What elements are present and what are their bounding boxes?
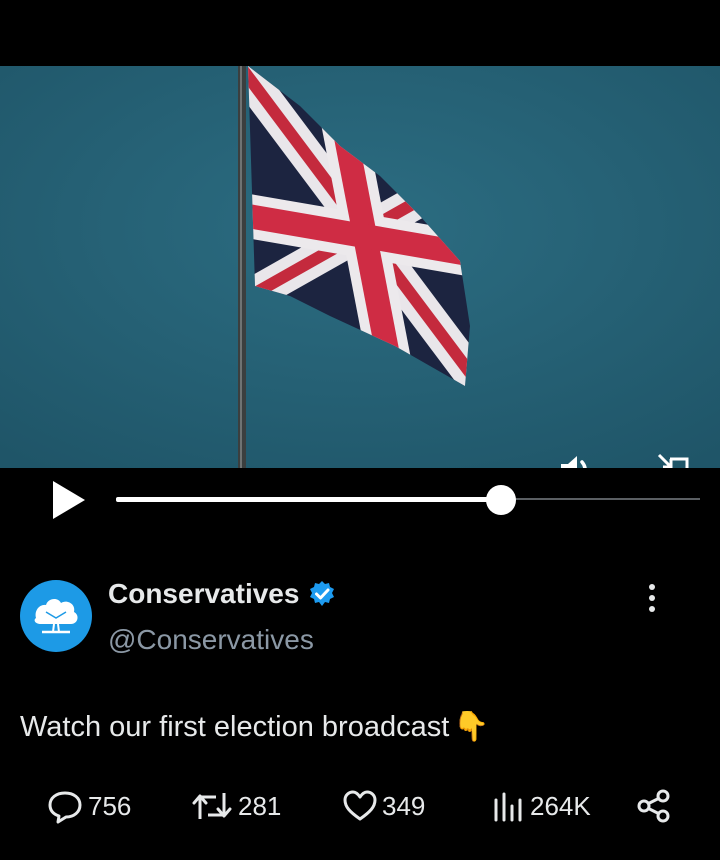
like-button[interactable]: 349 xyxy=(342,784,425,828)
verified-badge-icon xyxy=(307,579,337,609)
repost-icon xyxy=(192,793,232,819)
repost-count: 281 xyxy=(238,790,282,821)
views-chart-icon xyxy=(494,792,522,822)
heart-icon xyxy=(343,790,377,821)
video-player[interactable] xyxy=(0,66,720,468)
video-frame-flag xyxy=(0,66,720,468)
pointing-down-emoji-icon: 👇 xyxy=(453,711,490,743)
author-handle[interactable]: @Conservatives xyxy=(108,624,314,656)
reply-icon xyxy=(48,791,82,824)
post-detail-screen: Conservatives @Conservatives Watch our f… xyxy=(0,0,720,860)
play-icon xyxy=(53,481,85,519)
speaker-icon xyxy=(561,456,587,468)
progress-handle[interactable] xyxy=(486,485,516,515)
picture-in-picture-icon xyxy=(657,453,689,468)
avatar[interactable] xyxy=(20,580,92,652)
reply-button[interactable]: 756 xyxy=(46,784,131,828)
repost-button[interactable]: 281 xyxy=(190,784,281,828)
video-progress-slider[interactable] xyxy=(116,485,700,515)
oak-tree-logo-icon xyxy=(34,599,78,634)
author-name-text: Conservatives xyxy=(108,578,300,609)
more-vertical-icon xyxy=(649,584,655,612)
view-count: 264K xyxy=(530,790,591,821)
share-icon xyxy=(637,789,670,823)
like-count: 349 xyxy=(382,790,426,821)
author-name[interactable]: Conservatives xyxy=(108,578,337,610)
progress-fill xyxy=(116,497,501,502)
more-options-button[interactable] xyxy=(632,578,672,618)
tweet-body: Watch our first election broadcast xyxy=(20,710,450,743)
mute-button[interactable] xyxy=(552,446,598,468)
reply-count: 756 xyxy=(88,790,132,821)
picture-in-picture-button[interactable] xyxy=(650,446,696,468)
play-button[interactable] xyxy=(46,478,90,522)
views-button[interactable]: 264K xyxy=(490,784,591,828)
tweet-text: Watch our first election broadcast 👇 xyxy=(20,710,489,744)
share-button[interactable] xyxy=(636,784,672,828)
engagement-bar: 756 281 349 264K xyxy=(0,784,720,828)
